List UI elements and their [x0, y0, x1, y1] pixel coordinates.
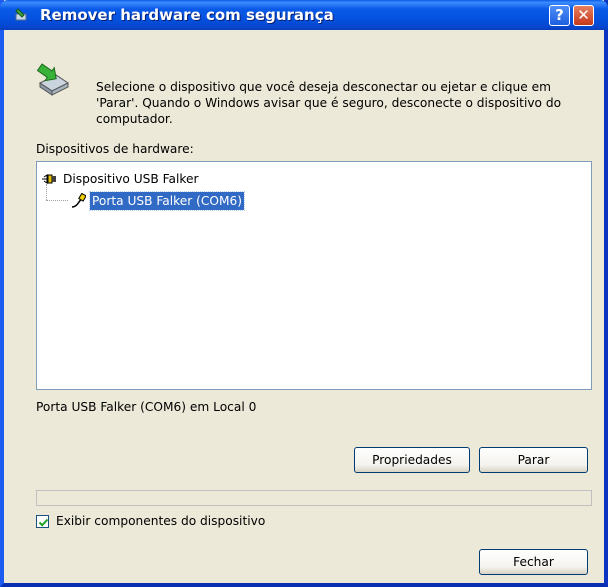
tree-connector — [46, 200, 68, 202]
stop-button[interactable]: Parar — [479, 447, 588, 473]
safely-remove-hardware-dialog: Remover hardware com segurança ? ✕ Selec… — [0, 0, 608, 587]
title-bar[interactable]: Remover hardware com segurança ? ✕ — [0, 0, 608, 30]
tree-item-usb-device[interactable]: Dispositivo USB Falker — [41, 169, 201, 187]
window-title: Remover hardware com segurança — [40, 6, 334, 24]
checkmark-icon — [38, 518, 49, 527]
tree-item-label: Porta USB Falker (COM6) — [88, 190, 246, 211]
device-location-text: Porta USB Falker (COM6) em Local 0 — [36, 400, 257, 414]
help-button[interactable]: ? — [549, 5, 570, 26]
tree-item-usb-port[interactable]: Porta USB Falker (COM6) — [70, 190, 246, 211]
show-components-checkbox[interactable] — [36, 515, 49, 528]
properties-button[interactable]: Propriedades — [354, 447, 470, 473]
safely-remove-hardware-icon — [15, 8, 27, 21]
instruction-text: Selecione o dispositivo que você deseja … — [96, 80, 562, 126]
tree-connector — [46, 184, 48, 200]
tree-item-label: Dispositivo USB Falker — [63, 171, 199, 186]
usb-device-icon — [42, 173, 56, 184]
hardware-devices-label: Dispositivos de hardware: — [36, 142, 194, 156]
show-components-label[interactable]: Exibir componentes do dispositivo — [56, 514, 265, 528]
port-icon — [71, 192, 86, 208]
progress-bar — [36, 490, 592, 506]
close-window-button[interactable]: ✕ — [573, 5, 594, 26]
eject-hardware-icon — [36, 63, 69, 96]
hardware-device-tree[interactable]: Dispositivo USB Falker Porta USB Falker … — [36, 161, 592, 390]
close-button[interactable]: Fechar — [479, 549, 588, 575]
